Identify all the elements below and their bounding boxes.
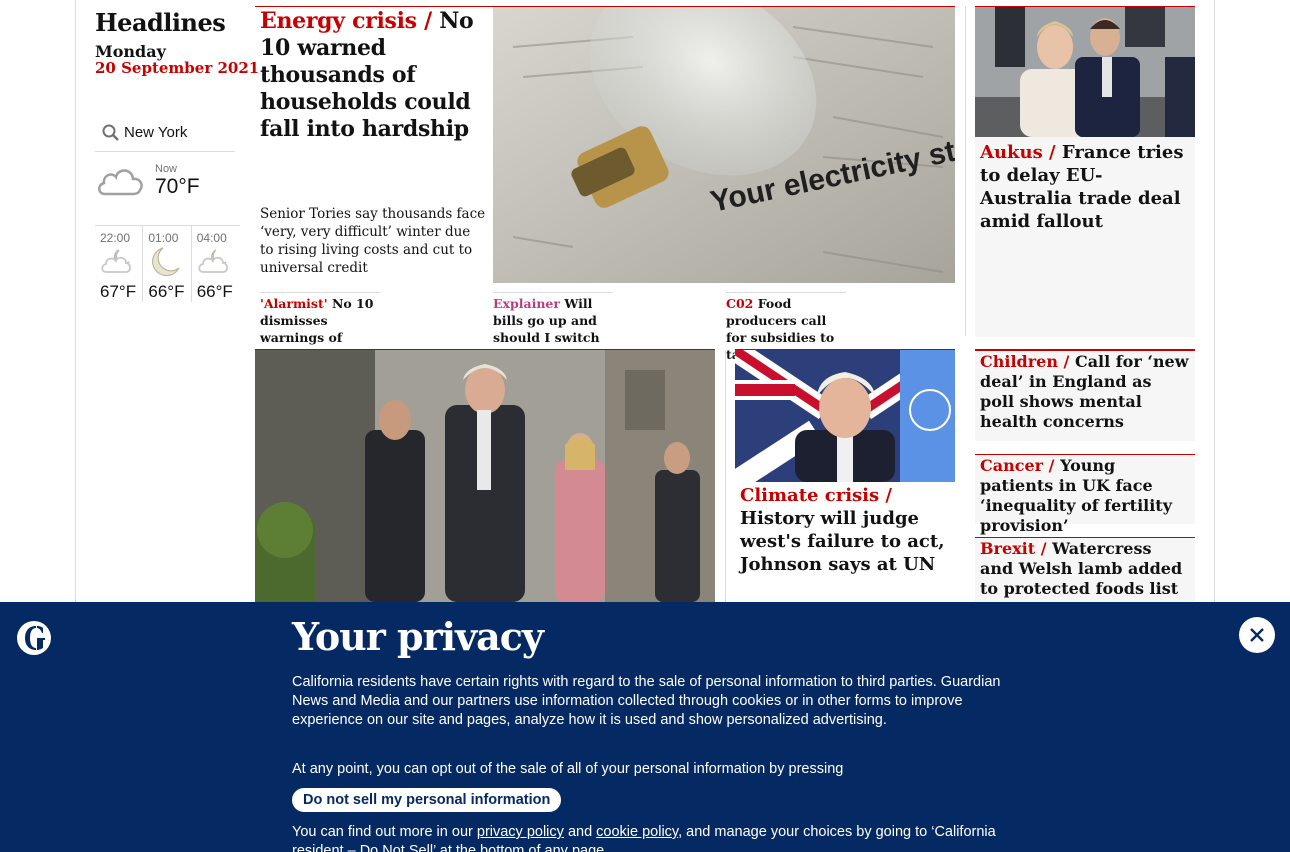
cookie-policy-link[interactable]: cookie policy xyxy=(596,824,678,840)
forecast-item: 04:00 66°F xyxy=(192,226,240,302)
lightbulb-bill-image[interactable]: Your electricity statement - estimated xyxy=(493,7,955,283)
partly-cloudy-night-icon xyxy=(198,249,228,273)
forecast-temp: 66°F xyxy=(148,282,185,301)
aukus-kicker: Aukus / xyxy=(980,142,1056,163)
privacy-body: California residents have certain rights… xyxy=(292,674,1001,728)
leaders-illustration xyxy=(975,7,1195,137)
johnson-walking-illustration xyxy=(255,350,715,602)
section-title: Headlines xyxy=(95,8,226,37)
weather-now: Now 70°F xyxy=(95,160,235,220)
main-kicker: Energy crisis / xyxy=(260,8,432,34)
main-headline-link[interactable]: Energy crisis / No 10 warned thousands o… xyxy=(260,8,490,143)
cloud-icon xyxy=(98,169,143,196)
mini-story-children[interactable]: Children / Call for ‘new deal’ in Englan… xyxy=(975,350,1195,441)
privacy-policy-link[interactable]: privacy policy xyxy=(477,824,564,840)
forecast-time: 04:00 xyxy=(196,231,227,245)
weather-location-search[interactable]: New York xyxy=(95,114,235,152)
current-date: 20 September 2021 xyxy=(95,59,260,77)
mini-story-headline-link[interactable]: Cancer / Young patients in UK face ‘ineq… xyxy=(980,456,1190,536)
aukus-card[interactable]: Aukus / France tries to delay EU-Austral… xyxy=(975,7,1195,337)
weather-now-temp: 70°F xyxy=(155,175,200,198)
leaders-photo xyxy=(975,7,1195,137)
mini-story-headline-link[interactable]: Brexit / Watercress and Welsh lamb added… xyxy=(980,539,1190,599)
privacy-opt-out-text: At any point, you can opt out of the sal… xyxy=(292,761,844,777)
forecast-time: 01:00 xyxy=(148,231,179,245)
close-banner-button[interactable] xyxy=(1239,617,1275,653)
close-icon xyxy=(1250,628,1264,642)
johnson-un-illustration xyxy=(735,350,955,482)
privacy-banner: Your privacy California residents have c… xyxy=(0,602,1290,852)
mini-story-headline-link[interactable]: Children / Call for ‘new deal’ in Englan… xyxy=(980,352,1190,432)
sublink-kicker: 'Alarmist' xyxy=(260,296,328,311)
search-icon xyxy=(102,124,119,141)
climate-headline: History will judge west's failure to act… xyxy=(740,508,945,575)
johnson-walking-photo[interactable] xyxy=(255,350,715,602)
climate-kicker: Climate crisis / xyxy=(740,485,892,506)
mini-kicker: Children / xyxy=(980,352,1070,371)
sublink-kicker: C02 xyxy=(726,296,754,311)
divider xyxy=(725,350,726,610)
weather-location: New York xyxy=(124,124,188,141)
weather-forecast: 22:00 67°F 01:00 66°F 04:00 66°F xyxy=(95,225,240,305)
privacy-title: Your privacy xyxy=(292,614,544,659)
privacy-and-text: and xyxy=(567,824,593,840)
lightbulb-bill-illustration: Your electricity statement - estimated xyxy=(493,7,955,283)
partly-cloudy-night-icon xyxy=(101,249,132,273)
forecast-item: 01:00 66°F xyxy=(143,226,192,302)
mini-kicker: Cancer / xyxy=(980,456,1055,475)
weather-now-label: Now xyxy=(155,163,178,175)
aukus-headline-link[interactable]: Aukus / France tries to delay EU-Austral… xyxy=(980,141,1192,233)
privacy-more-info-start: You can find out more in our xyxy=(292,824,473,840)
forecast-time: 22:00 xyxy=(100,231,131,245)
moon-icon xyxy=(152,247,180,277)
mini-story-cancer[interactable]: Cancer / Young patients in UK face ‘ineq… xyxy=(975,454,1195,535)
climate-headline-link[interactable]: Climate crisis / History will judge west… xyxy=(740,484,950,576)
do-not-sell-button[interactable]: Do not sell my personal information xyxy=(292,788,562,812)
guardian-logo-icon xyxy=(17,621,51,655)
forecast-temp: 66°F xyxy=(196,282,233,301)
forecast-temp: 67°F xyxy=(100,282,137,301)
main-standfirst: Senior Tories say thousands face ‘very, … xyxy=(260,206,486,276)
mini-story-brexit[interactable]: Brexit / Watercress and Welsh lamb added… xyxy=(975,537,1195,602)
privacy-more-info: You can find out more in our privacy pol… xyxy=(292,823,1002,852)
johnson-un-photo[interactable] xyxy=(735,350,955,482)
sublink-kicker: Explainer xyxy=(493,296,560,311)
forecast-item: 22:00 67°F xyxy=(95,226,144,302)
mini-kicker: Brexit / xyxy=(980,539,1047,558)
divider xyxy=(965,6,966,336)
